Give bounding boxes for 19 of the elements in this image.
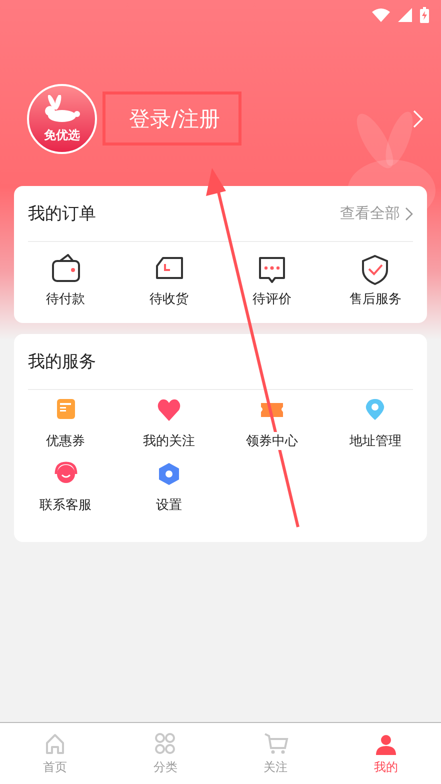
service-label[interactable]: 领券中心 — [246, 432, 298, 450]
wifi-icon — [372, 8, 390, 22]
service-label[interactable]: 我的关注 — [142, 432, 195, 450]
cart-icon — [262, 731, 289, 757]
service-label[interactable]: 联系客服 — [40, 496, 92, 514]
order-status-label[interactable]: 待付款 — [46, 290, 86, 308]
service-label[interactable]: 地址管理 — [349, 432, 402, 450]
signal-icon — [398, 8, 412, 22]
service-label[interactable]: 优惠券 — [46, 432, 86, 450]
logo-avatar[interactable]: 免优选 — [27, 84, 97, 154]
order-status-label[interactable]: 待收货 — [149, 290, 188, 308]
chevron-right-icon — [405, 206, 413, 220]
logo-text: 免优选 — [44, 126, 80, 144]
chevron-right-icon[interactable] — [413, 110, 423, 128]
section-title: 我的服务 — [28, 351, 96, 373]
section-title: 我的订单 — [28, 203, 96, 225]
order-status-label[interactable]: 售后服务 — [349, 290, 402, 308]
battery-icon — [420, 7, 429, 23]
order-status-label[interactable]: 待评价 — [252, 290, 292, 308]
